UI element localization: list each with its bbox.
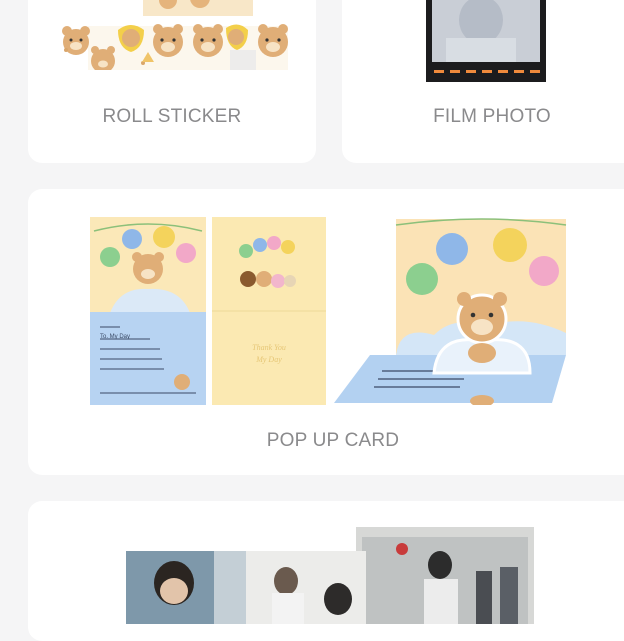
popup-card-front-image [212, 217, 326, 405]
product-title: ROLL STICKER [102, 106, 242, 127]
product-card-roll-sticker[interactable]: ROLL STICKER [28, 0, 316, 163]
product-card-pop-up-card[interactable]: Thank You My Day To. My Day POP UP CARD [28, 189, 624, 475]
popup-card-inner-note: To. My Day [100, 334, 131, 340]
film-photo-image [426, 0, 546, 82]
roll-sticker-image [62, 0, 288, 70]
popup-card-3d-image [334, 218, 567, 405]
popup-card-front-text: Thank You My Day [252, 343, 286, 364]
product-title: FILM PHOTO [433, 106, 551, 127]
product-card-photo[interactable] [28, 501, 624, 641]
product-title: POP UP CARD [266, 430, 400, 451]
photo-collage-image [126, 527, 534, 624]
popup-card-inner-image [90, 217, 206, 405]
product-card-film-photo[interactable]: FILM PHOTO [342, 0, 624, 163]
